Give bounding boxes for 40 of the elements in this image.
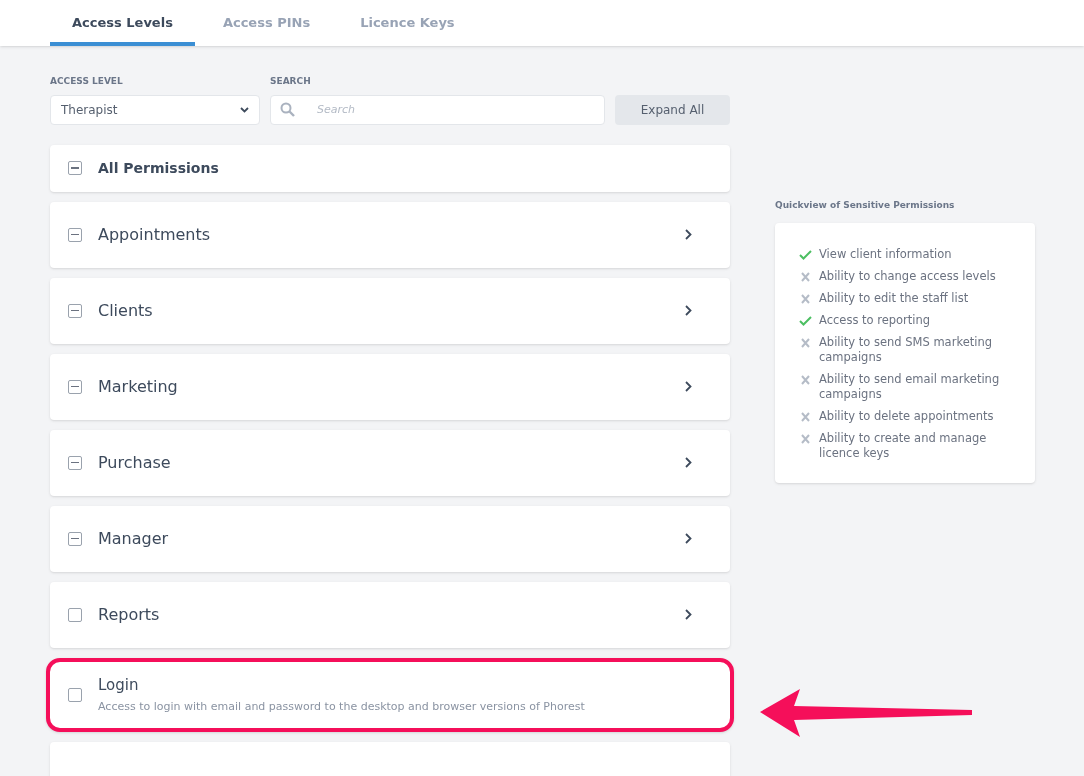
- chevron-right-icon[interactable]: [685, 381, 692, 392]
- chevron-down-icon: [240, 106, 249, 113]
- permission-label: Marketing: [98, 375, 179, 398]
- checkbox[interactable]: [68, 303, 82, 318]
- permission-status-text: Ability to create and manage licence keys: [819, 430, 988, 461]
- permission-label: Manager: [98, 527, 170, 550]
- permission-status-text: Access to reporting: [819, 312, 931, 328]
- chevron-right-icon[interactable]: [685, 229, 692, 240]
- chevron-right-icon[interactable]: [685, 533, 692, 544]
- permission-status-text: Ability to send SMS marketing campaigns: [819, 334, 993, 365]
- quickview-title: Quickview of Sensitive Permissions: [775, 199, 956, 212]
- permission-description: Access to login with email and password to the desktop and browser versions of Phorest: [98, 698, 585, 715]
- permission-label: Clients: [98, 299, 154, 322]
- access-level-dropdown[interactable]: Therapist: [50, 94, 260, 125]
- checkbox[interactable]: [68, 531, 82, 546]
- checkbox[interactable]: [68, 227, 82, 242]
- permission-label: Reports: [98, 603, 161, 626]
- search-field[interactable]: Search: [270, 94, 605, 125]
- permission-label: Appointments: [98, 223, 212, 246]
- checkbox[interactable]: [68, 379, 82, 394]
- permission-label: Login: [98, 675, 140, 696]
- checkbox[interactable]: [68, 607, 82, 622]
- chevron-right-icon[interactable]: [685, 305, 692, 316]
- chevron-right-icon[interactable]: [685, 609, 692, 620]
- checkbox[interactable]: [68, 687, 82, 702]
- tab[interactable]: Access Levels: [50, 0, 195, 46]
- search-icon: [280, 101, 295, 117]
- permission-status-text: Ability to edit the staff list: [819, 290, 969, 306]
- permission-status-text: View client information: [819, 246, 952, 262]
- checkbox[interactable]: [68, 161, 82, 175]
- permission-status-text: Ability to send email marketing campaigns: [819, 371, 1001, 402]
- field-label: ACCESS LEVEL: [50, 75, 124, 88]
- permission-label: Purchase: [98, 451, 172, 474]
- chevron-right-icon[interactable]: [685, 457, 692, 468]
- checkbox[interactable]: [68, 455, 82, 470]
- field-label: SEARCH: [270, 75, 312, 88]
- permission-status-text: Ability to delete appointments: [819, 408, 994, 424]
- permission-status-text: Ability to change access levels: [819, 268, 996, 284]
- permission-label: All Permissions: [98, 158, 219, 178]
- expand-all-button[interactable]: Expand All: [615, 94, 730, 125]
